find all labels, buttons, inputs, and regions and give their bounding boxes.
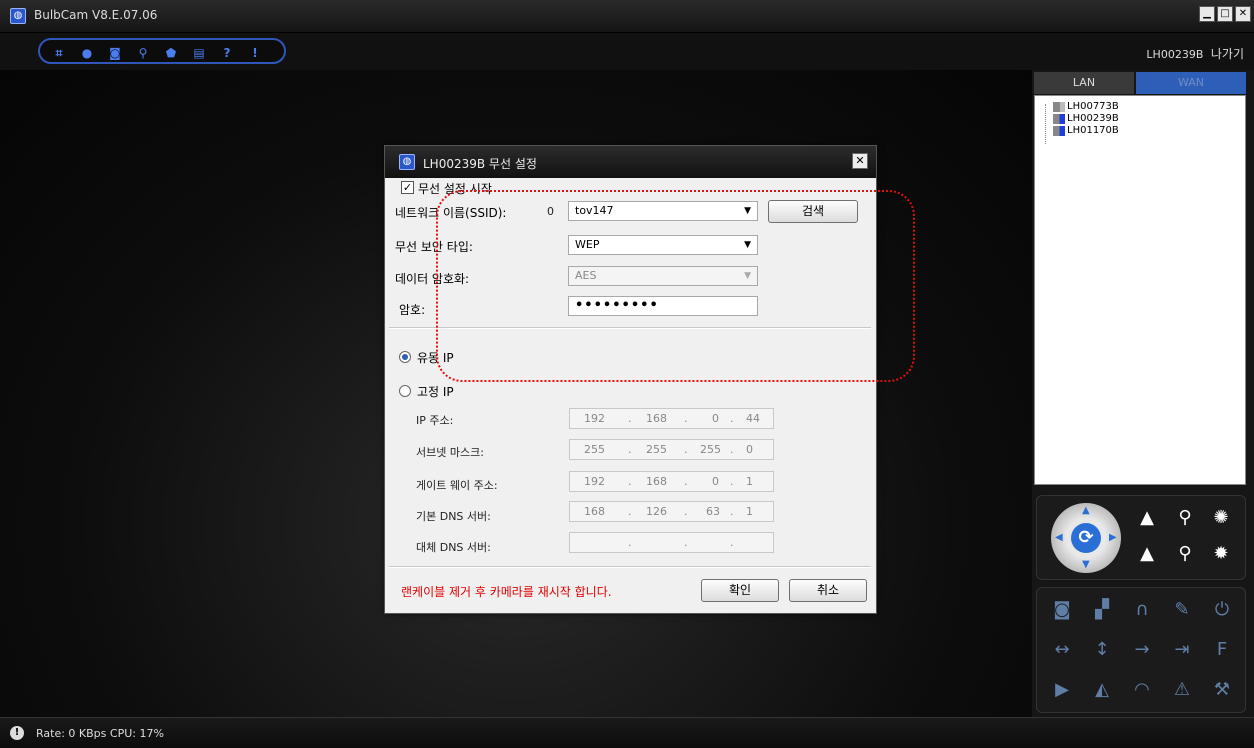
list-item[interactable]: LH00239B bbox=[1067, 113, 1119, 124]
record-icon[interactable]: ● bbox=[80, 46, 94, 60]
control-grid: ◙ ▞ ∩ ✎ ⏻ ↔ ↕ → ⇥ F ▶ ◭ ◠ ⚠ ⚒ bbox=[1036, 587, 1246, 713]
static-ip-radio[interactable] bbox=[399, 385, 411, 397]
tab-lan[interactable]: LAN bbox=[1034, 72, 1134, 94]
ptz-left-icon[interactable]: ◀ bbox=[1055, 532, 1063, 543]
camera-icon bbox=[1053, 114, 1065, 124]
lock-icon[interactable]: ⬟ bbox=[164, 46, 178, 60]
title-bar: ◍ BulbCam V8.E.07.06 ▁ □ ✕ bbox=[0, 0, 1254, 33]
toolbar: ⌗ ● ◙ ⚲ ⬟ ▤ ? ! LH00239B 나가기 bbox=[0, 33, 1254, 70]
zoom-in-icon[interactable]: ⚲ bbox=[1173, 506, 1197, 530]
selection-highlight bbox=[436, 190, 915, 382]
bulbcam-icon: ◍ bbox=[10, 8, 26, 24]
password-label: 암호: bbox=[399, 303, 426, 317]
ip-field: 192. 168. 0. 44 bbox=[569, 408, 774, 429]
save-icon[interactable]: ▤ bbox=[192, 46, 206, 60]
zoom-out-icon[interactable]: ⚲ bbox=[1173, 542, 1197, 566]
camera-icon bbox=[1053, 126, 1065, 136]
vertical-flip-icon[interactable]: ↕ bbox=[1087, 636, 1117, 664]
camera-icon bbox=[1053, 102, 1065, 112]
subnet-mask-label: 서브넷 마스크: bbox=[416, 446, 484, 459]
search-icon[interactable]: ⚲ bbox=[136, 46, 150, 60]
iris-open-icon[interactable]: ✺ bbox=[1209, 506, 1233, 530]
dhcp-radio[interactable] bbox=[399, 351, 411, 363]
dialog-title: LH00239B 무선 설정 bbox=[423, 157, 537, 171]
alert-icon[interactable]: ! bbox=[248, 46, 262, 60]
right-panel: LAN WAN LH00773B LH00239B LH01170B ▲ ▼ ◀… bbox=[1032, 70, 1254, 717]
ptz-auto-icon[interactable]: ⟳ bbox=[1071, 523, 1101, 553]
window-title: BulbCam V8.E.07.06 bbox=[34, 8, 158, 22]
ptz-joystick[interactable]: ▲ ▼ ◀ ▶ ⟳ bbox=[1051, 503, 1121, 573]
clapper-icon[interactable]: ▞ bbox=[1087, 596, 1117, 624]
horizontal-flip-icon[interactable]: ↔ bbox=[1047, 636, 1077, 664]
wrench-icon[interactable]: ⚒ bbox=[1207, 676, 1237, 704]
play-icon[interactable]: ▶ bbox=[1047, 676, 1077, 704]
ptz-down-icon[interactable]: ▼ bbox=[1082, 559, 1090, 570]
microphone-icon[interactable]: ✎ bbox=[1167, 596, 1197, 624]
ip-label: IP 주소: bbox=[416, 414, 454, 427]
focus-up-icon[interactable]: ▲ bbox=[1135, 506, 1159, 530]
dialog-close-button[interactable]: ✕ bbox=[852, 153, 868, 169]
list-item[interactable]: LH00773B bbox=[1067, 101, 1119, 112]
cancel-button[interactable]: 취소 bbox=[789, 579, 867, 602]
enable-wireless-checkbox[interactable]: ✓ bbox=[401, 181, 414, 194]
move-right-icon[interactable]: → bbox=[1127, 636, 1157, 664]
status-bar: ! Rate: 0 KBps CPU: 17% bbox=[0, 717, 1254, 748]
iris-close-icon[interactable]: ✹ bbox=[1209, 542, 1233, 566]
bulbcam-window: ◍ BulbCam V8.E.07.06 ▁ □ ✕ ⌗ ● ◙ ⚲ ⬟ ▤ ?… bbox=[0, 0, 1254, 748]
dns-primary-label: 기본 DNS 서버: bbox=[416, 510, 491, 523]
info-icon: ! bbox=[10, 726, 24, 740]
dns-primary-field: 168. 126. 63. 1 bbox=[569, 501, 774, 522]
ptz-right-icon[interactable]: ▶ bbox=[1109, 532, 1117, 543]
wifi-icon[interactable]: ◠ bbox=[1127, 676, 1157, 704]
dns-secondary-field: . . . bbox=[569, 532, 774, 553]
grid-icon[interactable]: ⌗ bbox=[52, 46, 66, 60]
ok-button[interactable]: 확인 bbox=[701, 579, 779, 602]
bulbcam-icon: ◍ bbox=[399, 154, 415, 170]
gateway-field: 192. 168. 0. 1 bbox=[569, 471, 774, 492]
logout-link[interactable]: 나가기 bbox=[1211, 47, 1244, 61]
device-list: LH00773B LH00239B LH01170B bbox=[1034, 95, 1246, 485]
user-info: LH00239B 나가기 bbox=[1146, 45, 1244, 62]
dns-secondary-label: 대체 DNS 서버: bbox=[416, 541, 491, 554]
enter-icon[interactable]: ⇥ bbox=[1167, 636, 1197, 664]
frequency-icon[interactable]: F bbox=[1207, 636, 1237, 664]
close-button[interactable]: ✕ bbox=[1235, 6, 1251, 22]
subnet-mask-field: 255. 255. 255. 0 bbox=[569, 439, 774, 460]
static-ip-label: 고정 IP bbox=[417, 385, 454, 399]
warning-icon[interactable]: ⚠ bbox=[1167, 676, 1197, 704]
power-icon[interactable]: ⏻ bbox=[1207, 596, 1237, 624]
focus-down-icon[interactable]: ▲ bbox=[1135, 542, 1159, 566]
sail-icon[interactable]: ◭ bbox=[1087, 676, 1117, 704]
headphones-icon[interactable]: ∩ bbox=[1127, 596, 1157, 624]
snapshot-icon[interactable]: ◙ bbox=[108, 46, 122, 60]
list-item[interactable]: LH01170B bbox=[1067, 125, 1119, 136]
warning-text: 랜케이블 제거 후 카메라를 재시작 합니다. bbox=[401, 585, 612, 599]
dialog-title-bar: ◍ LH00239B 무선 설정 ✕ bbox=[385, 146, 876, 178]
user-id: LH00239B bbox=[1146, 48, 1204, 61]
toolbar-icon-group: ⌗ ● ◙ ⚲ ⬟ ▤ ? ! bbox=[38, 38, 286, 64]
maximize-button[interactable]: □ bbox=[1217, 6, 1233, 22]
tab-wan[interactable]: WAN bbox=[1136, 72, 1246, 94]
ptz-up-icon[interactable]: ▲ bbox=[1082, 505, 1090, 516]
help-icon[interactable]: ? bbox=[220, 46, 234, 60]
camera-icon[interactable]: ◙ bbox=[1047, 596, 1077, 624]
gateway-label: 게이트 웨이 주소: bbox=[416, 479, 498, 492]
ptz-control: ▲ ▼ ◀ ▶ ⟳ ▲ ▲ ⚲ ⚲ ✺ ✹ bbox=[1036, 495, 1246, 580]
status-text: Rate: 0 KBps CPU: 17% bbox=[36, 727, 164, 740]
minimize-button[interactable]: ▁ bbox=[1199, 6, 1215, 22]
